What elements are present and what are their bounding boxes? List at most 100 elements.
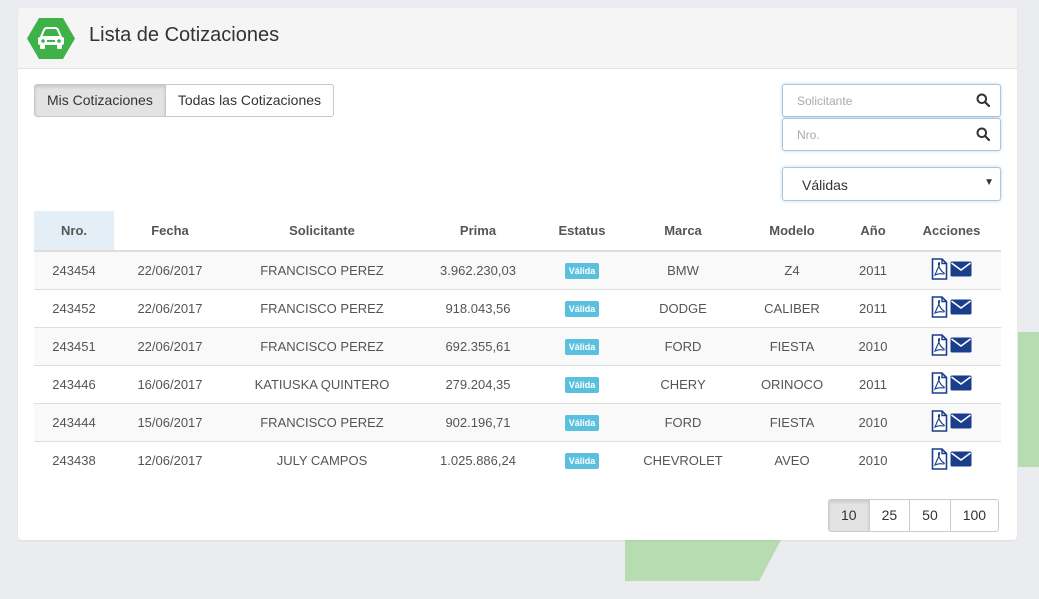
column-header-nro[interactable]: Nro. — [34, 211, 114, 252]
pdf-icon[interactable] — [931, 295, 948, 318]
column-header-fecha[interactable]: Fecha — [114, 211, 226, 252]
cell-solicitante: FRANCISCO PEREZ — [226, 326, 418, 365]
cell-nro: 243454 — [34, 251, 114, 289]
cell-estatus: Válida — [538, 326, 626, 365]
nro-search-input[interactable] — [783, 119, 968, 150]
cell-anio: 2011 — [844, 364, 902, 403]
cell-estatus: Válida — [538, 440, 626, 479]
page-size-25[interactable]: 25 — [868, 499, 911, 532]
cell-solicitante: FRANCISCO PEREZ — [226, 288, 418, 327]
email-icon[interactable] — [950, 375, 972, 391]
table-row[interactable]: 243438 12/06/2017 JULY CAMPOS 1.025.886,24 V… — [34, 440, 1001, 479]
pdf-icon[interactable] — [931, 333, 948, 356]
cell-modelo: Z4 — [740, 251, 844, 289]
cell-nro: 243444 — [34, 402, 114, 441]
cell-acciones — [902, 251, 1001, 289]
email-icon[interactable] — [950, 451, 972, 467]
background-shape — [1018, 332, 1039, 467]
column-header-solicitante[interactable]: Solicitante — [226, 211, 418, 252]
cell-acciones — [902, 440, 1001, 479]
email-icon[interactable] — [950, 337, 972, 353]
cell-fecha: 22/06/2017 — [114, 288, 226, 327]
cell-anio: 2011 — [844, 288, 902, 327]
status-badge: Válida — [564, 414, 600, 431]
quotes-scope-toggle: Mis Cotizaciones Todas las Cotizaciones — [34, 84, 335, 117]
cell-estatus: Válida — [538, 288, 626, 327]
cell-fecha: 16/06/2017 — [114, 364, 226, 403]
cell-nro: 243452 — [34, 288, 114, 327]
cell-fecha: 15/06/2017 — [114, 402, 226, 441]
cell-solicitante: FRANCISCO PEREZ — [226, 402, 418, 441]
cell-marca: CHERY — [626, 364, 740, 403]
status-badge: Válida — [564, 338, 600, 355]
chevron-down-icon: ▼ — [984, 177, 994, 188]
solicitante-search-input[interactable] — [783, 85, 968, 116]
column-header-modelo[interactable]: Modelo — [740, 211, 844, 252]
cell-prima: 692.355,61 — [418, 326, 538, 365]
page-title: Lista de Cotizaciones — [89, 24, 280, 46]
pdf-icon[interactable] — [931, 409, 948, 432]
all-quotes-button[interactable]: Todas las Cotizaciones — [165, 84, 335, 117]
status-filter-select[interactable]: Válidas ▼ — [782, 167, 1001, 201]
search-icon[interactable] — [976, 93, 991, 112]
status-badge: Válida — [564, 452, 600, 469]
cell-fecha: 22/06/2017 — [114, 326, 226, 365]
table-row[interactable]: 243446 16/06/2017 KATIUSKA QUINTERO 279.204… — [34, 364, 1001, 403]
page-size-10[interactable]: 10 — [828, 499, 870, 532]
cell-fecha: 22/06/2017 — [114, 251, 226, 289]
quotes-table: Nro. Fecha Solicitante Prima Estatus Mar… — [34, 211, 1001, 479]
cell-prima: 902.196,71 — [418, 402, 538, 441]
pdf-icon[interactable] — [931, 371, 948, 394]
column-header-marca[interactable]: Marca — [626, 211, 740, 252]
cell-modelo: ORINOCO — [740, 364, 844, 403]
solicitante-search — [782, 84, 1001, 117]
column-header-estatus[interactable]: Estatus — [538, 211, 626, 252]
cell-nro: 243451 — [34, 326, 114, 365]
cell-modelo: CALIBER — [740, 288, 844, 327]
column-header-anio[interactable]: Año — [844, 211, 902, 252]
cell-marca: FORD — [626, 402, 740, 441]
table-row[interactable]: 243451 22/06/2017 FRANCISCO PEREZ 692.355,6… — [34, 326, 1001, 365]
my-quotes-button[interactable]: Mis Cotizaciones — [34, 84, 166, 117]
cell-modelo: FIESTA — [740, 402, 844, 441]
car-icon — [27, 18, 75, 59]
cell-modelo: AVEO — [740, 440, 844, 479]
cell-nro: 243438 — [34, 440, 114, 479]
cell-anio: 2010 — [844, 440, 902, 479]
cell-acciones — [902, 402, 1001, 441]
cell-prima: 1.025.886,24 — [418, 440, 538, 479]
background-shape — [625, 540, 781, 581]
email-icon[interactable] — [950, 261, 972, 277]
table-row[interactable]: 243452 22/06/2017 FRANCISCO PEREZ 918.043,5… — [34, 288, 1001, 327]
page-size-50[interactable]: 50 — [909, 499, 951, 532]
email-icon[interactable] — [950, 413, 972, 429]
cell-nro: 243446 — [34, 364, 114, 403]
cell-marca: BMW — [626, 251, 740, 289]
email-icon[interactable] — [950, 299, 972, 315]
cell-acciones — [902, 288, 1001, 327]
cell-solicitante: JULY CAMPOS — [226, 440, 418, 479]
page-size-100[interactable]: 100 — [949, 499, 1000, 532]
cell-acciones — [902, 326, 1001, 365]
table-header-row: Nro. Fecha Solicitante Prima Estatus Mar… — [34, 211, 1001, 252]
column-header-acciones: Acciones — [902, 211, 1001, 252]
pdf-icon[interactable] — [931, 447, 948, 470]
nro-search — [782, 118, 1001, 151]
cell-estatus: Válida — [538, 402, 626, 441]
cell-marca: CHEVROLET — [626, 440, 740, 479]
status-filter-value: Válidas — [802, 177, 848, 193]
table-row[interactable]: 243444 15/06/2017 FRANCISCO PEREZ 902.196,7… — [34, 402, 1001, 441]
cell-estatus: Válida — [538, 251, 626, 289]
cell-marca: DODGE — [626, 288, 740, 327]
table-row[interactable]: 243454 22/06/2017 FRANCISCO PEREZ 3.962.230… — [34, 251, 1001, 289]
cell-anio: 2011 — [844, 251, 902, 289]
search-icon[interactable] — [976, 127, 991, 146]
status-badge: Válida — [564, 376, 600, 393]
cell-anio: 2010 — [844, 326, 902, 365]
column-header-prima[interactable]: Prima — [418, 211, 538, 252]
cell-fecha: 12/06/2017 — [114, 440, 226, 479]
pdf-icon[interactable] — [931, 257, 948, 280]
cell-marca: FORD — [626, 326, 740, 365]
cell-estatus: Válida — [538, 364, 626, 403]
cell-prima: 918.043,56 — [418, 288, 538, 327]
